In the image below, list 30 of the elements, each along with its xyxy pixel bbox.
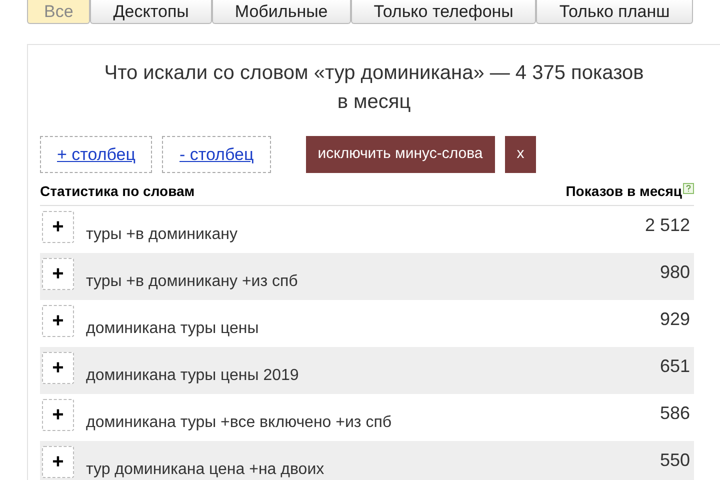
add-button[interactable]: + (42, 211, 74, 243)
action-button[interactable]: x (504, 136, 536, 173)
impressions-count: 2 512 (644, 214, 690, 237)
column-header: Статистика по словам (40, 182, 195, 201)
add-button[interactable]: + (42, 258, 74, 290)
column-link[interactable]: + столбец (40, 136, 152, 173)
add-button[interactable]: + (42, 399, 74, 431)
keyword-phrase: доминикана туры цены 2019 (86, 366, 299, 386)
keyword-phrase: тур доминикана цена +на двоих (86, 460, 324, 480)
impressions-count: 550 (660, 449, 690, 472)
impressions-count: 651 (660, 355, 690, 378)
column-link[interactable]: - столбец (162, 136, 271, 173)
add-button[interactable]: + (42, 446, 74, 478)
keyword-phrase: туры +в доминикану (86, 225, 238, 245)
tab[interactable]: Только телефоны (350, 0, 536, 24)
help-icon[interactable] (683, 183, 694, 194)
impressions-count: 586 (660, 402, 690, 425)
column-header: Показов в месяц (566, 182, 682, 201)
impressions-count: 929 (660, 308, 690, 331)
tab[interactable]: Только планш (536, 0, 693, 24)
impressions-count: 980 (660, 261, 690, 284)
tab[interactable]: Десктопы (90, 0, 212, 24)
keyword-phrase: доминикана туры цены (86, 319, 259, 339)
keyword-phrase: туры +в доминикану +из спб (86, 272, 298, 292)
page-title: Что искали со словом «тур доминикана» — 4 375 показов в месяц (103, 61, 645, 115)
keyword-phrase: доминикана туры +все включено +из спб (86, 413, 392, 433)
action-button[interactable]: исключить минус-слова (306, 136, 495, 173)
add-button[interactable]: + (42, 305, 74, 337)
add-button[interactable]: + (42, 352, 74, 384)
tab[interactable]: Мобильные (212, 0, 351, 24)
